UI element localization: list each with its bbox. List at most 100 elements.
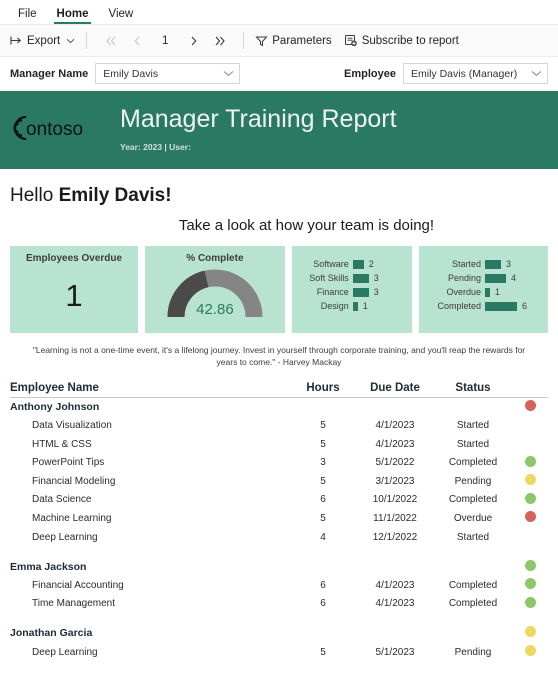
bar-fill [484,301,517,311]
previous-page-button[interactable] [124,30,150,52]
status-dot-cell [512,511,548,525]
status-cell: Started [456,438,490,450]
column-header-due-date: Due Date [370,381,420,394]
table-row[interactable]: Financial Accounting 6 4/1/2023 Completed [10,576,548,595]
hours-cell: 4 [320,531,326,543]
status-badge [524,399,536,411]
table-row[interactable]: PowerPoint Tips 3 5/1/2022 Completed [10,453,548,472]
table-row-spacer [10,546,548,557]
employee-label: Employee [344,67,396,80]
chart-row: Soft Skills 3 [296,271,406,285]
page-number-input[interactable]: 1 [150,35,180,47]
tab-home[interactable]: Home [47,6,99,24]
table-header-row: Employee Name Hours Due Date Status [10,382,548,398]
filter-funnel-icon [255,35,268,47]
bar-value: 3 [373,273,379,283]
export-label: Export [27,34,61,47]
status-cell: Pending [454,646,492,658]
status-badge [524,559,536,571]
table-row[interactable]: Emma Jackson [10,557,548,576]
due-date-cell: 12/1/2022 [372,531,418,543]
table-row-spacer [10,613,548,624]
table-row[interactable]: Jonathan Garcia [10,624,548,643]
status-badge [524,511,536,523]
bar-value: 4 [510,273,516,283]
manager-name-select[interactable]: Emily Davis [95,63,241,84]
report-body: Hello Emily Davis! Take a look at how yo… [0,185,558,661]
due-date-cell: 10/1/2022 [372,494,418,506]
bar-label: Overdue [446,287,481,297]
status-badge [524,578,536,590]
column-header-employee-name: Employee Name [10,381,99,394]
table-row[interactable]: Anthony Johnson [10,398,548,417]
category-bar-chart: Software 2 Soft Skills 3 Finance 3 Desig… [292,246,412,313]
due-date-cell: 3/1/2023 [375,475,415,487]
percent-complete-gauge: 42.86 [145,265,285,320]
column-header-hours: Hours [306,381,340,394]
due-date-cell: 4/1/2023 [375,598,415,610]
parameters-bar: Manager Name Emily Davis Employee Emily … [0,57,558,91]
status-badge [524,474,536,486]
employees-overdue-title: Employees Overdue [25,253,123,264]
table-row[interactable]: Data Science 6 10/1/2022 Completed [10,491,548,510]
double-left-arrow-icon [105,36,118,46]
page-navigation: 1 [98,30,232,52]
status-badge [524,596,536,608]
subscribe-button[interactable]: Subscribe to report [344,34,459,47]
right-arrow-icon [189,36,198,46]
bar-value: 2 [368,259,374,269]
status-dot-cell [512,474,548,488]
report-banner: ontoso Manager Training Report Year: 202… [0,91,558,169]
employees-overdue-card: Employees Overdue 1 [10,246,139,333]
column-header-status: Status [455,381,491,394]
parameters-button[interactable]: Parameters [255,34,332,47]
kpi-card-row: Employees Overdue 1 % Complete 42.86 Sof… [10,246,548,333]
subscribe-label: Subscribe to report [361,34,459,47]
greeting-heading: Hello Emily Davis! [10,185,548,207]
last-page-button[interactable] [206,30,232,52]
chevron-down-icon [223,70,234,77]
table-row[interactable]: HTML & CSS 5 4/1/2023 Started [10,435,548,454]
table-row[interactable]: Financial Modeling 5 3/1/2023 Pending [10,472,548,491]
course-name-cell: Financial Modeling [32,475,116,487]
table-row[interactable]: Data Visualization 5 4/1/2023 Started [10,416,548,435]
parameters-label: Parameters [272,34,332,47]
employee-value: Emily Davis (Manager) [411,67,518,80]
employee-select[interactable]: Emily Davis (Manager) [403,63,548,84]
chart-row: Finance 3 [296,285,406,299]
bar-fill [352,259,364,269]
course-name-cell: Time Management [32,598,115,610]
first-page-button[interactable] [98,30,124,52]
subscribe-document-icon [344,34,358,47]
table-row[interactable]: Deep Learning 4 12/1/2022 Started [10,528,548,547]
bar-label: Completed [437,301,481,311]
hours-cell: 5 [320,512,326,524]
banner-subtitle: Year: 2023 | User: [120,141,191,152]
hours-cell: 3 [320,457,326,469]
next-page-button[interactable] [180,30,206,52]
hours-cell: 6 [320,494,326,506]
status-badge [524,455,536,467]
status-cell: Completed [448,579,498,591]
tab-view[interactable]: View [98,6,143,24]
course-name-cell: Data Visualization [32,420,112,432]
bar-label: Pending [447,273,481,283]
status-cell: Overdue [453,512,493,524]
table-row[interactable]: Time Management 6 4/1/2023 Completed [10,595,548,614]
bar-fill [484,273,506,283]
tab-file[interactable]: File [8,6,47,24]
bar-value: 1 [362,301,368,311]
status-cell: Started [456,531,490,543]
due-date-cell: 11/1/2022 [373,512,417,524]
table-row[interactable]: Deep Learning 5 5/1/2023 Pending [10,643,548,662]
manager-name-value: Emily Davis [103,67,159,80]
status-cell: Completed [448,457,498,469]
export-button[interactable]: Export [10,35,75,47]
percent-complete-value: 42.86 [196,301,234,318]
table-row[interactable]: Machine Learning 5 11/1/2022 Overdue [10,509,548,528]
course-name-cell: Machine Learning [32,512,112,524]
status-bar-chart: Started 3 Pending 4 Overdue 1 Completed [419,246,548,313]
report-toolbar: Export 1 Parameters Subscribe to report [0,25,558,57]
status-dot-cell [512,578,548,592]
category-chart-card: Software 2 Soft Skills 3 Finance 3 Desig… [291,246,412,333]
